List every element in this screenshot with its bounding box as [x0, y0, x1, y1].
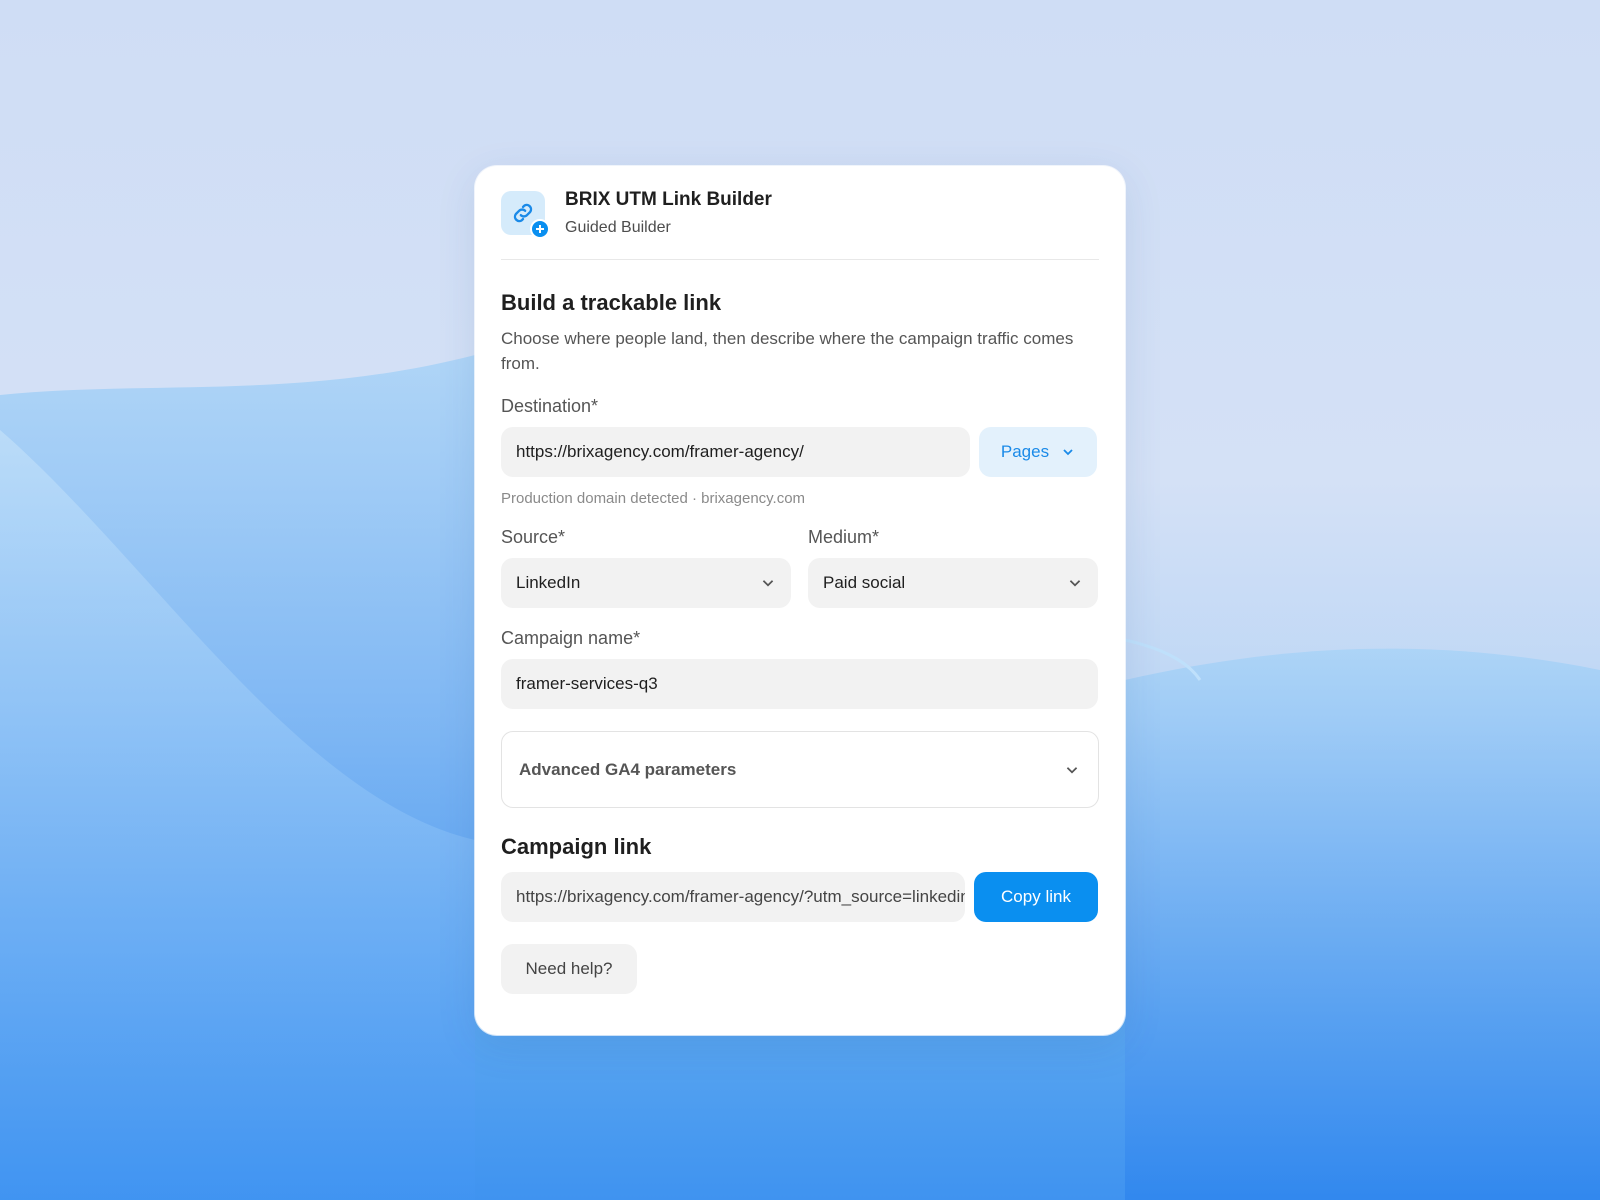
link-icon	[501, 190, 550, 239]
app-subtitle: Guided Builder	[565, 218, 671, 236]
campaign-link-output[interactable]: https://brixagency.com/framer-agency/?ut…	[501, 872, 965, 922]
chevron-down-icon	[1069, 580, 1081, 587]
medium-label: Medium*	[808, 527, 880, 547]
utm-builder-card: BRIX UTM Link Builder Guided Builder Bui…	[475, 166, 1125, 1035]
plus-icon	[530, 218, 550, 239]
advanced-ga4-toggle[interactable]: Advanced GA4 parameters	[501, 731, 1099, 808]
destination-hint: Production domain detected · brixagency.…	[501, 490, 806, 507]
chevron-down-icon	[1063, 449, 1073, 456]
card-header: BRIX UTM Link Builder Guided Builder	[501, 166, 1099, 260]
medium-select[interactable]: Paid social	[808, 558, 1098, 608]
need-help-button[interactable]: Need help?	[501, 944, 637, 994]
campaign-name-label: Campaign name*	[501, 628, 641, 648]
campaign-name-input[interactable]: framer-services-q3	[501, 659, 1098, 709]
pages-button-label: Pages	[1000, 442, 1050, 461]
source-value: LinkedIn	[516, 573, 581, 592]
source-select[interactable]: LinkedIn	[501, 558, 791, 608]
chevron-down-icon	[762, 580, 774, 587]
advanced-ga4-label: Advanced GA4 parameters	[519, 759, 737, 779]
form-description: Choose where people land, then describe …	[501, 329, 1074, 373]
destination-input[interactable]: https://brixagency.com/framer-agency/	[501, 427, 970, 477]
pages-button[interactable]: Pages	[979, 427, 1097, 477]
destination-label: Destination*	[501, 396, 599, 416]
campaign-link-heading: Campaign link	[501, 834, 652, 859]
app-title: BRIX UTM Link Builder	[565, 188, 772, 210]
copy-link-button[interactable]: Copy link	[974, 872, 1098, 922]
chevron-down-icon	[1066, 766, 1078, 773]
form-heading: Build a trackable link	[501, 290, 722, 315]
medium-value: Paid social	[823, 573, 906, 592]
source-label: Source*	[501, 527, 566, 547]
